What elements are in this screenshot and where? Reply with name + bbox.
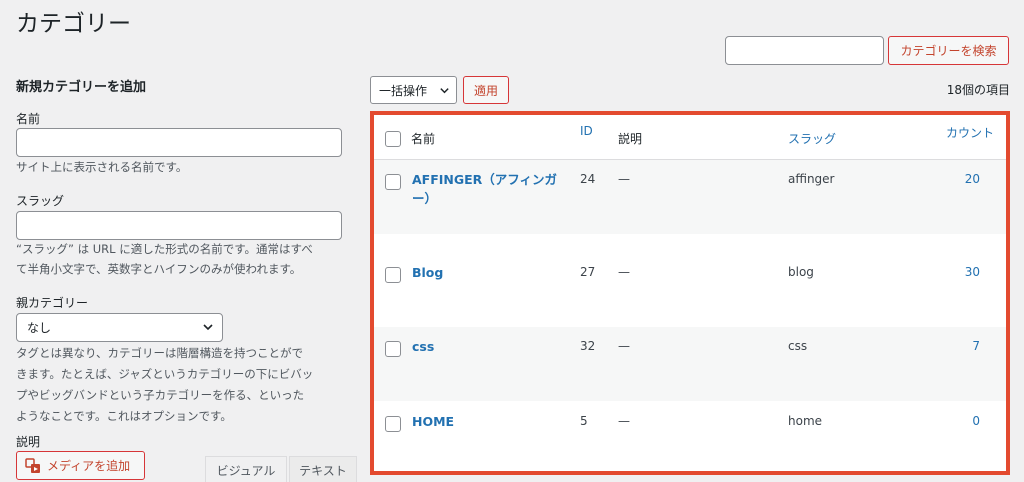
page-title: カテゴリー [16,11,131,37]
bulk-actions-value: 一括操作 [379,83,428,98]
row-checkbox[interactable] [385,267,401,283]
search-input[interactable] [725,36,884,65]
chevron-down-icon [440,88,449,94]
tab-visual[interactable]: ビジュアル [205,456,287,482]
column-id[interactable]: ID [580,124,593,138]
category-name-link[interactable]: HOME [412,412,572,431]
table-header: 名前 ID 説明 スラッグ カウント [374,115,1006,160]
add-category-heading: 新規カテゴリーを追加 [16,80,147,95]
tab-text[interactable]: テキスト [289,456,357,482]
category-count-link[interactable]: 0 [950,412,980,431]
column-count[interactable]: カウント [946,124,994,141]
category-slug: home [788,414,823,428]
parent-help-line-4: ようなことです。これはオプションです。 [16,409,232,423]
bulk-actions-select[interactable]: 一括操作 [370,76,457,104]
column-slug[interactable]: スラッグ [788,130,836,147]
category-name-link[interactable]: Blog [412,263,572,282]
row-checkbox[interactable] [385,341,401,357]
category-slug: css [788,339,808,353]
table-row: HOME 5 — home 0 [374,402,1006,471]
category-id: 27 [580,265,596,279]
table-row: Blog 27 — blog 30 [374,253,1006,327]
column-description: 説明 [618,132,643,146]
items-count: 18個の項目 [946,83,1010,97]
category-description: — [618,339,630,353]
category-description: — [618,414,630,428]
chevron-down-icon [203,324,213,331]
parent-category-label: 親カテゴリー [16,296,89,310]
category-id: 32 [580,339,596,353]
parent-help-line-2: きます。たとえば、ジャズというカテゴリーの下にビバッ [16,367,314,381]
categories-table: 名前 ID 説明 スラッグ カウント AFFINGER（アフィンガ ー） 24 … [370,111,1010,475]
category-name-line: AFFINGER（アフィンガ [412,172,558,187]
category-id: 5 [580,414,588,428]
column-name: 名前 [411,132,436,146]
slug-field[interactable] [16,211,342,240]
apply-button[interactable]: 適用 [463,76,509,104]
add-media-button[interactable]: メディアを追加 [16,451,145,480]
category-name-link[interactable]: AFFINGER（アフィンガ ー） [412,170,572,208]
name-field[interactable] [16,128,342,157]
name-label: 名前 [16,112,41,126]
parent-help-line-1: タグとは異なり、カテゴリーは階層構造を持つことがで [16,346,304,360]
category-slug: affinger [788,172,835,186]
slug-help-line-2: て半角小文字で、英数字とハイフンのみが使われます。 [16,262,302,276]
media-icon [25,457,40,473]
category-id: 24 [580,172,596,186]
category-count-link[interactable]: 7 [950,337,980,356]
category-slug: blog [788,265,814,279]
category-count-link[interactable]: 30 [950,263,980,282]
row-checkbox[interactable] [385,416,401,432]
row-checkbox[interactable] [385,174,401,190]
search-categories-button[interactable]: カテゴリーを検索 [888,36,1009,65]
parent-category-select[interactable]: なし [16,313,223,342]
slug-help-line-1: “スラッグ” は URL に適した形式の名前です。通常はすべ [16,242,313,256]
category-name-line: ー） [412,191,438,206]
table-row: AFFINGER（アフィンガ ー） 24 — affinger 20 [374,160,1006,234]
table-row: css 32 — css 7 [374,327,1006,401]
parent-category-value: なし [27,321,52,335]
select-all-checkbox[interactable] [385,131,401,147]
category-count-link[interactable]: 20 [950,170,980,189]
description-label: 説明 [16,435,41,449]
slug-label: スラッグ [16,194,65,208]
category-name-link[interactable]: css [412,337,572,356]
name-help: サイト上に表示される名前です。 [16,160,188,174]
add-media-label: メディアを追加 [47,459,131,473]
category-description: — [618,172,630,186]
category-description: — [618,265,630,279]
parent-help-line-3: プやビッグバンドという子カテゴリーを作る、といった [16,388,305,402]
